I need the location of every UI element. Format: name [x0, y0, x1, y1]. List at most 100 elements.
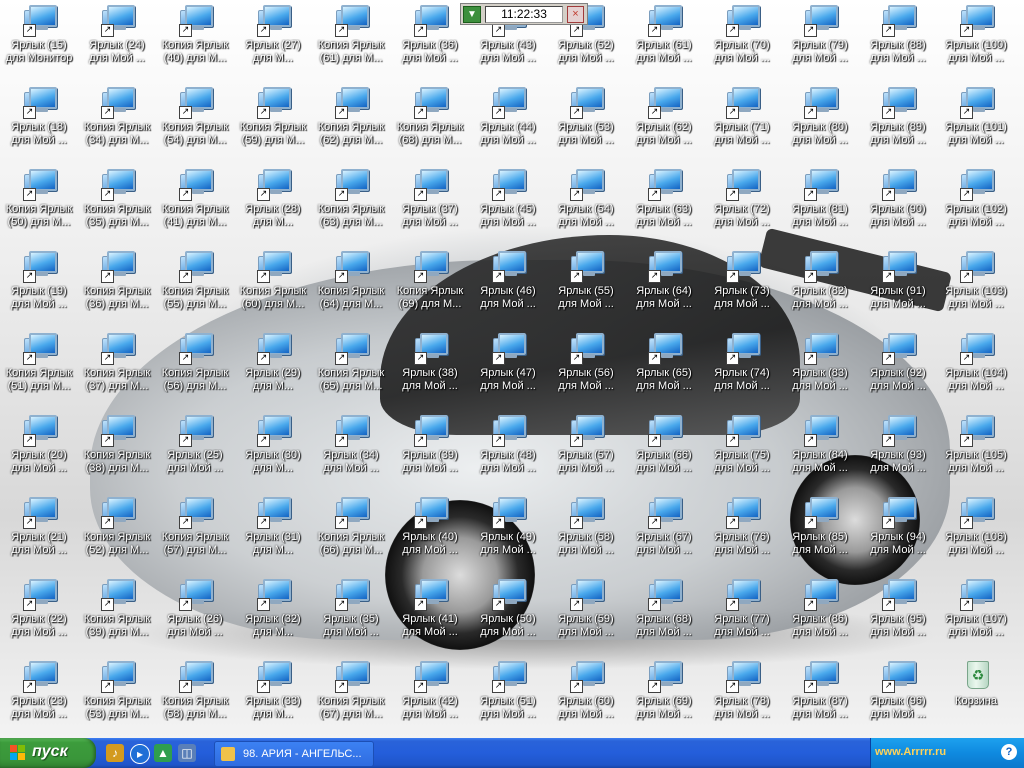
- desktop-shortcut[interactable]: ↗ Копия Ярлык (65) для М...: [312, 330, 390, 412]
- network-icon[interactable]: ◫: [178, 744, 196, 762]
- desktop-shortcut[interactable]: ↗ Ярлык (102) для Мой ...: [937, 166, 1015, 248]
- desktop-shortcut[interactable]: ↗ Ярлык (54) для Мой ...: [547, 166, 625, 248]
- desktop-shortcut[interactable]: ↗ Ярлык (41) для Мой ...: [391, 576, 469, 658]
- desktop-shortcut[interactable]: ↗ Ярлык (92) для Мой ...: [859, 330, 937, 412]
- clock-menu-icon[interactable]: ▼: [463, 6, 481, 23]
- desktop-shortcut[interactable]: ↗ Ярлык (50) для Мой ...: [469, 576, 547, 658]
- desktop-shortcut[interactable]: ↗ Ярлык (96) для Мой ...: [859, 658, 937, 738]
- desktop-shortcut[interactable]: ↗ Ярлык (62) для Мой ...: [625, 84, 703, 166]
- desktop-shortcut[interactable]: ↗ Ярлык (15) для Монитор: [0, 2, 78, 84]
- desktop-shortcut[interactable]: ↗ Ярлык (59) для Мой ...: [547, 576, 625, 658]
- desktop-shortcut[interactable]: ↗ Копия Ярлык (41) для М...: [156, 166, 234, 248]
- desktop-shortcut[interactable]: ↗ Ярлык (32) для М...: [234, 576, 312, 658]
- desktop-shortcut[interactable]: ↗ Ярлык (23) для Мой ...: [0, 658, 78, 738]
- desktop-shortcut[interactable]: ↗ Ярлык (33) для М...: [234, 658, 312, 738]
- desktop-shortcut[interactable]: ↗ Ярлык (64) для Мой ...: [625, 248, 703, 330]
- desktop-shortcut[interactable]: ↗ Ярлык (66) для Мой ...: [625, 412, 703, 494]
- desktop[interactable]: ↗ Ярлык (15) для Монитор ↗ Ярлык (24) для М…: [0, 0, 1024, 738]
- desktop-shortcut[interactable]: ↗ Ярлык (31) для М...: [234, 494, 312, 576]
- desktop-shortcut[interactable]: ↗ Ярлык (21) для Мой ...: [0, 494, 78, 576]
- desktop-shortcut[interactable]: ↗ Ярлык (68) для Мой ...: [625, 576, 703, 658]
- desktop-shortcut[interactable]: ↗ Ярлык (94) для Мой ...: [859, 494, 937, 576]
- desktop-shortcut[interactable]: ↗ Ярлык (103) для Мой ...: [937, 248, 1015, 330]
- desktop-shortcut[interactable]: ↗ Ярлык (85) для Мой ...: [781, 494, 859, 576]
- desktop-shortcut[interactable]: ↗ Копия Ярлык (64) для М...: [312, 248, 390, 330]
- desktop-shortcut[interactable]: ↗ Ярлык (79) для Мой ...: [781, 2, 859, 84]
- desktop-shortcut[interactable]: ↗ Ярлык (61) для Мой ...: [625, 2, 703, 84]
- desktop-shortcut[interactable]: ↗ Ярлык (24) для Мой ...: [78, 2, 156, 84]
- desktop-shortcut[interactable]: ↗ Копия Ярлык (37) для М...: [78, 330, 156, 412]
- desktop-shortcut[interactable]: ↗ Ярлык (65) для Мой ...: [625, 330, 703, 412]
- desktop-shortcut[interactable]: ↗ Ярлык (69) для Мой ...: [625, 658, 703, 738]
- desktop-shortcut[interactable]: ↗ Ярлык (37) для Мой ...: [391, 166, 469, 248]
- desktop-shortcut[interactable]: ↗ Копия Ярлык (59) для М...: [234, 84, 312, 166]
- desktop-shortcut[interactable]: ↗ Ярлык (56) для Мой ...: [547, 330, 625, 412]
- desktop-shortcut[interactable]: ↗ Ярлык (35) для Мой ...: [312, 576, 390, 658]
- taskbar-button-player[interactable]: 98. АРИЯ - АНГЕЛЬС...: [214, 741, 374, 767]
- recycle-bin[interactable]: ♻ Корзина: [937, 658, 1015, 738]
- desktop-shortcut[interactable]: ↗ Ярлык (76) для Мой ...: [703, 494, 781, 576]
- desktop-shortcut[interactable]: ↗ Ярлык (47) для Мой ...: [469, 330, 547, 412]
- desktop-shortcut[interactable]: ↗ Копия Ярлык (51) для М...: [0, 330, 78, 412]
- desktop-shortcut[interactable]: ↗ Копия Ярлык (54) для М...: [156, 84, 234, 166]
- start-button[interactable]: пуск: [0, 738, 96, 768]
- desktop-shortcut[interactable]: ↗ Ярлык (30) для М...: [234, 412, 312, 494]
- desktop-shortcut[interactable]: ↗ Ярлык (104) для Мой ...: [937, 330, 1015, 412]
- desktop-shortcut[interactable]: ↗ Ярлык (90) для Мой ...: [859, 166, 937, 248]
- desktop-shortcut[interactable]: ↗ Копия Ярлык (34) для М...: [78, 84, 156, 166]
- clock-widget[interactable]: ▼ 11:22:33 ×: [460, 3, 588, 25]
- desktop-shortcut[interactable]: ↗ Копия Ярлык (69) для М...: [391, 248, 469, 330]
- desktop-shortcut[interactable]: ↗ Ярлык (81) для Мой ...: [781, 166, 859, 248]
- desktop-shortcut[interactable]: ↗ Ярлык (26) для Мой ...: [156, 576, 234, 658]
- desktop-shortcut[interactable]: ↗ Копия Ярлык (67) для М...: [312, 658, 390, 738]
- desktop-shortcut[interactable]: ↗ Копия Ярлык (50) для М...: [0, 166, 78, 248]
- desktop-shortcut[interactable]: ↗ Ярлык (72) для Мой ...: [703, 166, 781, 248]
- desktop-shortcut[interactable]: ↗ Копия Ярлык (60) для М...: [234, 248, 312, 330]
- desktop-shortcut[interactable]: ↗ Ярлык (22) для Мой ...: [0, 576, 78, 658]
- desktop-shortcut[interactable]: ↗ Ярлык (93) для Мой ...: [859, 412, 937, 494]
- desktop-shortcut[interactable]: ↗ Ярлык (71) для Мой ...: [703, 84, 781, 166]
- desktop-shortcut[interactable]: ↗ Ярлык (82) для Мой ...: [781, 248, 859, 330]
- help-icon[interactable]: ?: [1001, 744, 1017, 760]
- desktop-shortcut[interactable]: ↗ Ярлык (51) для Мой ...: [469, 658, 547, 738]
- desktop-shortcut[interactable]: ↗ Ярлык (38) для Мой ...: [391, 330, 469, 412]
- close-icon[interactable]: ×: [567, 6, 584, 23]
- desktop-shortcut[interactable]: ↗ Ярлык (29) для М...: [234, 330, 312, 412]
- desktop-shortcut[interactable]: ↗ Ярлык (100) для Мой ...: [937, 2, 1015, 84]
- desktop-shortcut[interactable]: ↗ Ярлык (63) для Мой ...: [625, 166, 703, 248]
- desktop-shortcut[interactable]: ↗ Ярлык (18) для Мой ...: [0, 84, 78, 166]
- desktop-shortcut[interactable]: ↗ Ярлык (89) для Мой ...: [859, 84, 937, 166]
- desktop-shortcut[interactable]: ↗ Ярлык (95) для Мой ...: [859, 576, 937, 658]
- desktop-shortcut[interactable]: ↗ Ярлык (57) для Мой ...: [547, 412, 625, 494]
- desktop-shortcut[interactable]: ↗ Ярлык (49) для Мой ...: [469, 494, 547, 576]
- desktop-shortcut[interactable]: ↗ Копия Ярлык (63) для М...: [312, 166, 390, 248]
- desktop-shortcut[interactable]: ↗ Ярлык (80) для Мой ...: [781, 84, 859, 166]
- desktop-shortcut[interactable]: ↗ Ярлык (45) для Мой ...: [469, 166, 547, 248]
- desktop-shortcut[interactable]: ↗ Ярлык (77) для Мой ...: [703, 576, 781, 658]
- play-icon[interactable]: ▸: [130, 744, 150, 764]
- desktop-shortcut[interactable]: ↗ Копия Ярлык (40) для М...: [156, 2, 234, 84]
- desktop-shortcut[interactable]: ↗ Копия Ярлык (38) для М...: [78, 412, 156, 494]
- desktop-shortcut[interactable]: ↗ Ярлык (34) для Мой ...: [312, 412, 390, 494]
- desktop-shortcut[interactable]: ↗ Ярлык (83) для Мой ...: [781, 330, 859, 412]
- desktop-shortcut[interactable]: ↗ Ярлык (60) для Мой ...: [547, 658, 625, 738]
- desktop-shortcut[interactable]: ↗ Ярлык (40) для Мой ...: [391, 494, 469, 576]
- triangle-app-icon[interactable]: ▲: [154, 744, 172, 762]
- desktop-shortcut[interactable]: ↗ Копия Ярлык (36) для М...: [78, 248, 156, 330]
- desktop-shortcut[interactable]: ↗ Ярлык (91) для Мой ...: [859, 248, 937, 330]
- desktop-shortcut[interactable]: ↗ Копия Ярлык (66) для М...: [312, 494, 390, 576]
- desktop-shortcut[interactable]: ↗ Ярлык (19) для Мой ...: [0, 248, 78, 330]
- desktop-shortcut[interactable]: ↗ Ярлык (86) для Мой ...: [781, 576, 859, 658]
- desktop-shortcut[interactable]: ↗ Ярлык (46) для Мой ...: [469, 248, 547, 330]
- desktop-shortcut[interactable]: ↗ Ярлык (105) для Мой ...: [937, 412, 1015, 494]
- desktop-shortcut[interactable]: ↗ Копия Ярлык (35) для М...: [78, 166, 156, 248]
- desktop-shortcut[interactable]: ↗ Копия Ярлык (58) для М...: [156, 658, 234, 738]
- desktop-shortcut[interactable]: ↗ Ярлык (42) для Мой ...: [391, 658, 469, 738]
- desktop-shortcut[interactable]: ↗ Копия Ярлык (53) для М...: [78, 658, 156, 738]
- desktop-shortcut[interactable]: ↗ Копия Ярлык (52) для М...: [78, 494, 156, 576]
- desktop-shortcut[interactable]: ↗ Ярлык (78) для Мой ...: [703, 658, 781, 738]
- desktop-shortcut[interactable]: ↗ Ярлык (70) для Мой ...: [703, 2, 781, 84]
- desktop-shortcut[interactable]: ↗ Ярлык (75) для Мой ...: [703, 412, 781, 494]
- desktop-shortcut[interactable]: ↗ Ярлык (88) для Мой ...: [859, 2, 937, 84]
- desktop-shortcut[interactable]: ↗ Ярлык (58) для Мой ...: [547, 494, 625, 576]
